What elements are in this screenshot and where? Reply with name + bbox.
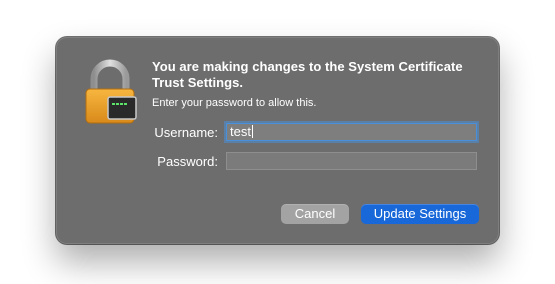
username-field[interactable]: test (226, 123, 477, 141)
cancel-button[interactable]: Cancel (281, 204, 349, 224)
username-value: test (230, 124, 251, 139)
lock-icon (84, 59, 142, 125)
text-caret (251, 125, 253, 138)
dialog-subtitle: Enter your password to allow this. (152, 97, 317, 109)
username-label: Username: (154, 125, 218, 140)
dialog-title: You are making changes to the System Cer… (152, 59, 463, 90)
password-field[interactable] (226, 152, 477, 170)
authentication-dialog: You are making changes to the System Cer… (56, 37, 499, 244)
password-label: Password: (157, 154, 218, 169)
update-settings-button[interactable]: Update Settings (361, 204, 479, 224)
